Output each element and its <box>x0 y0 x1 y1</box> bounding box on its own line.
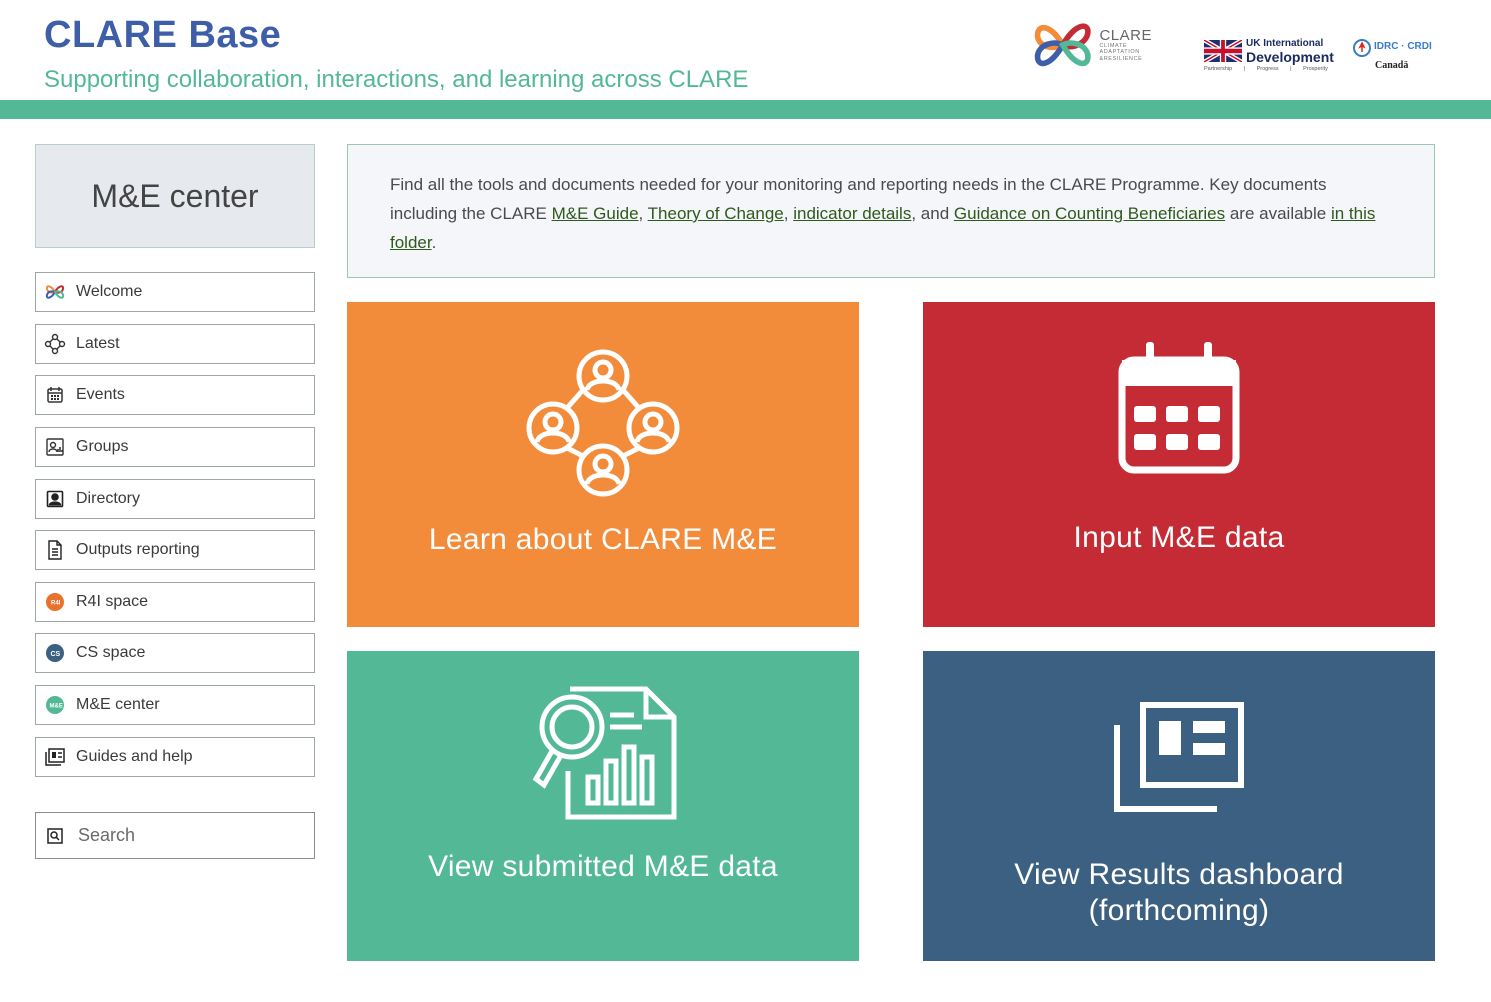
me-icon: M&E <box>44 694 66 716</box>
search-icon <box>46 827 64 845</box>
sidebar-item-label: Directory <box>76 490 141 507</box>
sidebar-item-groups[interactable]: Groups <box>35 427 315 467</box>
sidebar-item-label: Latest <box>76 335 120 352</box>
idrc-emblem-icon <box>1353 39 1371 57</box>
people-network-icon <box>526 349 680 497</box>
clare-logo-tagline-2: ADAPTATION <box>1099 49 1140 56</box>
view-results-dashboard-tile[interactable]: View Results dashboard (forthcoming) <box>923 651 1435 961</box>
sidebar-item-label: Groups <box>76 438 129 455</box>
sidebar-item-latest[interactable]: Latest <box>35 324 315 364</box>
sidebar-item-me-center[interactable]: M&E M&E center <box>35 685 315 725</box>
sidebar-item-label: M&E center <box>76 696 160 713</box>
site-title[interactable]: CLARE Base <box>44 14 281 57</box>
sidebar-item-label: Outputs reporting <box>76 541 200 558</box>
input-me-data-label: Input M&E data <box>1073 521 1285 554</box>
learn-me-label: Learn about CLARE M&E <box>428 523 778 556</box>
dashboard-icon <box>1114 702 1244 812</box>
document-icon <box>44 539 66 561</box>
network-icon <box>44 333 66 355</box>
theory-of-change-link[interactable]: Theory of Change <box>648 204 784 223</box>
sidebar-item-directory[interactable]: Directory <box>35 479 315 519</box>
input-me-data-tile[interactable]: Input M&E data <box>923 302 1435 627</box>
sidebar-item-guides-and-help[interactable]: Guides and help <box>35 737 315 777</box>
cs-icon: CS <box>44 642 66 664</box>
results-label-line2: (forthcoming) <box>1088 894 1270 927</box>
ukid-line1: UK International <box>1246 38 1324 49</box>
svg-text:M&E: M&E <box>50 704 63 710</box>
clare-logo[interactable]: CLARE CLIMATE ADAPTATION &RESILIENCE <box>1032 10 1152 80</box>
results-label-line1: View Results dashboard <box>1014 858 1344 891</box>
clare-logo-icon <box>44 281 66 303</box>
view-submitted-me-data-tile[interactable]: View submitted M&E data <box>347 651 859 961</box>
sidebar-item-events[interactable]: Events <box>35 375 315 415</box>
search-label: Search <box>78 825 136 845</box>
sidebar-item-label: R4I space <box>76 593 149 610</box>
report-search-icon <box>532 686 677 820</box>
clare-logo-name: CLARE <box>1099 26 1152 44</box>
sidebar-item-label: Events <box>76 386 125 403</box>
sidebar-header: M&E center <box>35 144 315 248</box>
learn-me-tile[interactable]: Learn about CLARE M&E <box>347 302 859 627</box>
sidebar-item-cs-space[interactable]: CS CS space <box>35 633 315 673</box>
view-submitted-me-data-label: View submitted M&E data <box>428 850 778 883</box>
info-separator: , <box>638 204 648 223</box>
header-accent-bar <box>0 100 1491 119</box>
idrc-line2: Canadä <box>1375 60 1409 71</box>
guides-icon <box>44 746 66 768</box>
idrc-logo[interactable]: IDRC · CRDI Canadä <box>1350 38 1440 78</box>
info-separator: , <box>783 204 794 223</box>
indicator-details-link[interactable]: indicator details <box>793 204 911 223</box>
sidebar-item-outputs-reporting[interactable]: Outputs reporting <box>35 530 315 570</box>
idrc-line1: IDRC · CRDI <box>1374 41 1432 52</box>
calendar-icon <box>1118 342 1240 474</box>
site-subtitle: Supporting collaboration, interactions, … <box>44 66 749 93</box>
uk-flag-icon <box>1204 40 1242 62</box>
guidance-counting-beneficiaries-link[interactable]: Guidance on Counting Beneficiaries <box>954 204 1225 223</box>
sidebar-item-label: Welcome <box>76 283 143 300</box>
view-results-dashboard-label: View Results dashboard (forthcoming) <box>1014 857 1344 929</box>
search-button[interactable]: Search <box>35 812 315 859</box>
info-box: Find all the tools and documents needed … <box>347 144 1435 278</box>
svg-text:CS: CS <box>51 651 61 658</box>
sidebar-item-label: Guides and help <box>76 748 193 765</box>
me-guide-link[interactable]: M&E Guide <box>552 204 639 223</box>
sidebar-item-r4i-space[interactable]: R4I R4I space <box>35 582 315 622</box>
ukid-line2: Development <box>1246 49 1334 65</box>
info-text: are available <box>1225 204 1331 223</box>
clare-logo-tagline-3: &RESILIENCE <box>1099 55 1143 62</box>
r4i-icon: R4I <box>44 591 66 613</box>
clare-petals-icon <box>1034 23 1091 67</box>
groups-icon <box>44 436 66 458</box>
svg-text:R4I: R4I <box>51 601 61 607</box>
calendar-icon <box>44 384 66 406</box>
sidebar-item-label: CS space <box>76 644 146 661</box>
ukid-line3: Partnership | Progress | Prosperity <box>1204 66 1328 72</box>
uk-international-development-logo[interactable]: UK International Development Partnership… <box>1204 38 1334 78</box>
sidebar-item-welcome[interactable]: Welcome <box>35 272 315 312</box>
info-separator: , and <box>911 204 954 223</box>
person-icon <box>44 488 66 510</box>
info-text: . <box>431 233 437 252</box>
